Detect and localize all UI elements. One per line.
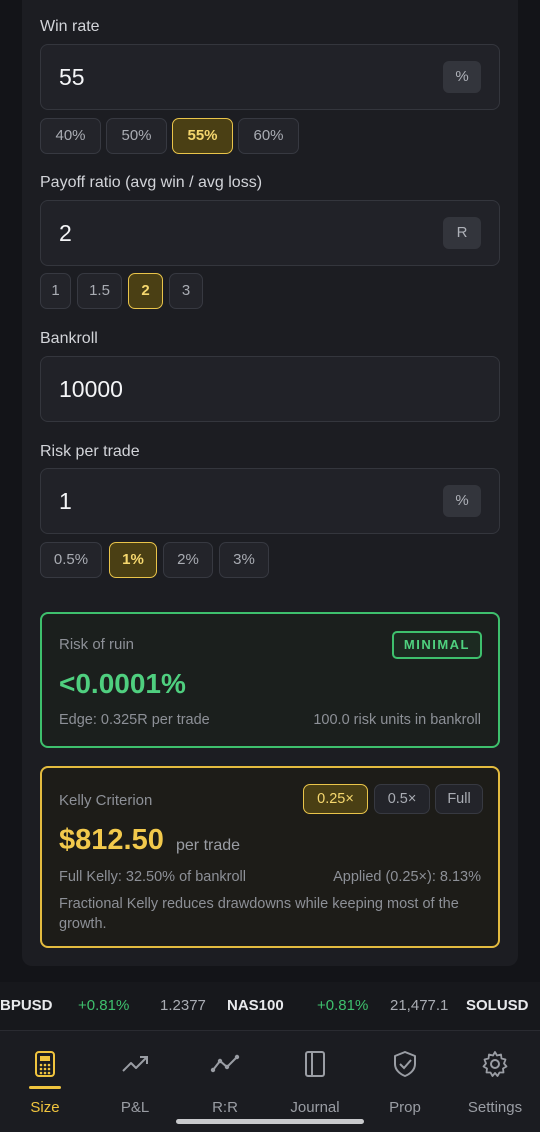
win-rate-value: 55 [59, 64, 85, 90]
nav-label-rr: R:R [212, 1099, 238, 1116]
nav-label-journal: Journal [290, 1099, 340, 1116]
ticker-price: 1.2377 [160, 997, 206, 1014]
applied-kelly-text: Applied (0.25×): 8.13% [333, 869, 481, 885]
nav-label-size: Size [30, 1099, 60, 1116]
risk-of-ruin-panel: Risk of ruin MINIMAL <0.0001% Edge: 0.32… [40, 612, 500, 748]
payoff-label: Payoff ratio (avg win / avg loss) [40, 174, 263, 191]
risk-preset-1[interactable]: 1% [109, 542, 157, 578]
calculator-icon [35, 1051, 55, 1077]
line-chart-icon [210, 1054, 240, 1073]
payoff-preset-2[interactable]: 2 [128, 273, 163, 309]
edge-text: Edge: 0.325R per trade [59, 712, 210, 728]
nav-item-size[interactable]: Size [0, 1031, 90, 1132]
bankroll-value: 10000 [59, 376, 123, 402]
payoff-unit: R [443, 217, 481, 249]
risk-preset-3[interactable]: 3% [219, 542, 269, 578]
risk-of-ruin-value: <0.0001% [59, 668, 186, 699]
bottom-nav: Size P&L R:R Journal Prop Settings [0, 1030, 540, 1132]
ticker-symbol: SOLUSD [466, 997, 529, 1014]
price-ticker: BPUSD +0.81% 1.2377 NAS100 +0.81% 21,477… [0, 982, 540, 1030]
risk-input[interactable]: 1 % [40, 468, 500, 534]
gear-icon [482, 1051, 508, 1077]
nav-label-prop: Prop [389, 1099, 421, 1116]
win-rate-input[interactable]: 55 % [40, 44, 500, 110]
ticker-symbol: NAS100 [227, 997, 284, 1014]
risk-of-ruin-title: Risk of ruin [59, 636, 135, 653]
trending-up-icon [122, 1056, 148, 1072]
book-icon [305, 1051, 325, 1077]
risk-value: 1 [59, 488, 72, 514]
ticker-change: +0.81% [317, 997, 369, 1014]
kelly-option-half[interactable]: 0.5× [374, 784, 430, 814]
nav-item-journal[interactable]: Journal [270, 1031, 360, 1132]
kelly-option-quarter[interactable]: 0.25× [303, 784, 368, 814]
risk-units-text: 100.0 risk units in bankroll [313, 712, 481, 728]
risk-preset-0-5[interactable]: 0.5% [40, 542, 102, 578]
nav-item-pnl[interactable]: P&L [90, 1031, 180, 1132]
ticker-change: +0.81% [78, 997, 130, 1014]
nav-label-settings: Settings [467, 1099, 523, 1116]
kelly-panel: Kelly Criterion 0.25× 0.5× Full $812.50 … [40, 766, 500, 948]
win-rate-preset-50[interactable]: 50% [106, 118, 167, 154]
win-rate-preset-60[interactable]: 60% [238, 118, 299, 154]
kelly-note: Fractional Kelly reduces drawdowns while… [59, 896, 459, 932]
active-indicator [29, 1086, 61, 1089]
nav-label-pnl: P&L [120, 1099, 150, 1116]
win-rate-label: Win rate [40, 18, 100, 35]
risk-unit: % [443, 485, 481, 517]
shield-check-icon [394, 1051, 416, 1077]
bankroll-label: Bankroll [40, 330, 98, 347]
win-rate-unit: % [443, 61, 481, 93]
nav-item-rr[interactable]: R:R [180, 1031, 270, 1132]
bankroll-input[interactable]: 10000 [40, 356, 500, 422]
full-kelly-text: Full Kelly: 32.50% of bankroll [59, 869, 246, 885]
home-indicator [176, 1119, 364, 1124]
payoff-preset-1-5[interactable]: 1.5 [77, 273, 122, 309]
kelly-option-full[interactable]: Full [435, 784, 483, 814]
ruin-status-badge: MINIMAL [391, 631, 482, 659]
win-rate-preset-55[interactable]: 55% [172, 118, 233, 154]
win-rate-preset-40[interactable]: 40% [40, 118, 101, 154]
ticker-symbol: BPUSD [0, 997, 53, 1014]
nav-item-settings[interactable]: Settings [450, 1031, 540, 1132]
payoff-input[interactable]: 2 R [40, 200, 500, 266]
kelly-amount: $812.50 [59, 824, 164, 856]
risk-label: Risk per trade [40, 443, 140, 460]
kelly-amount-suffix: per trade [176, 837, 241, 854]
payoff-preset-1[interactable]: 1 [40, 273, 71, 309]
nav-item-prop[interactable]: Prop [360, 1031, 450, 1132]
kelly-title: Kelly Criterion [59, 792, 153, 809]
payoff-value: 2 [59, 220, 72, 246]
risk-preset-2[interactable]: 2% [163, 542, 213, 578]
ticker-price: 21,477.1 [390, 997, 449, 1014]
payoff-preset-3[interactable]: 3 [169, 273, 203, 309]
